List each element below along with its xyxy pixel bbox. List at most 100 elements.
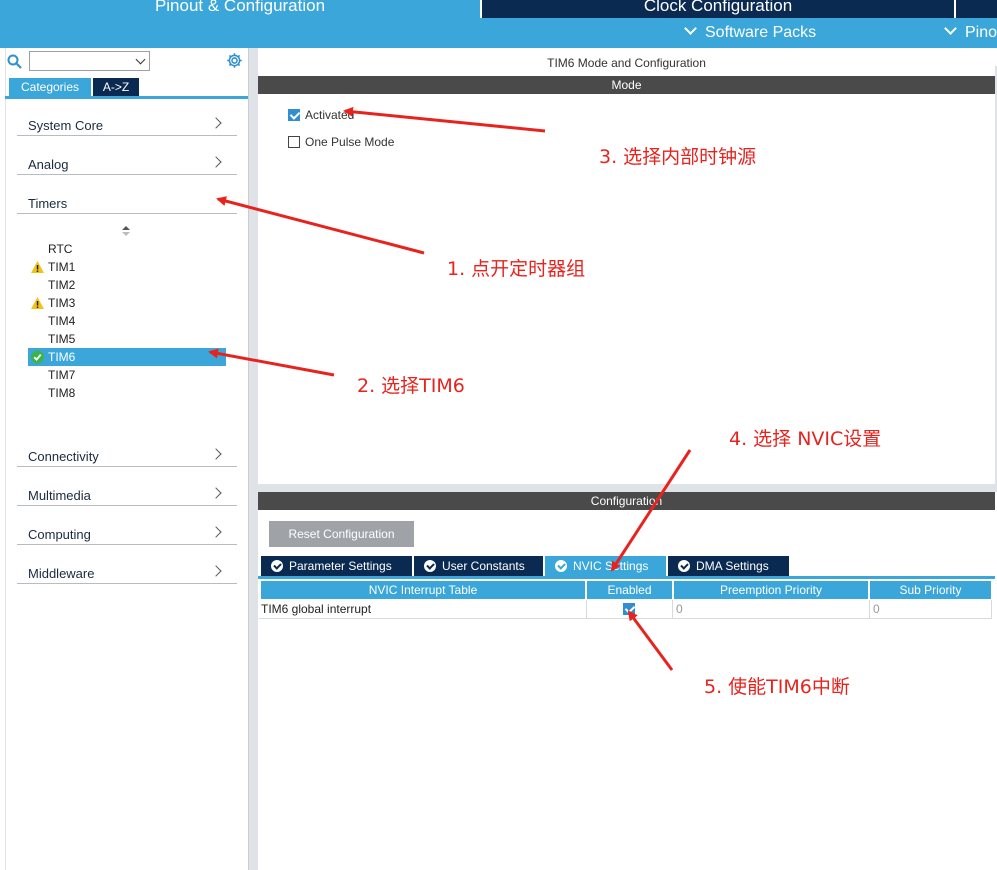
sub-menu-bar: Software Packs Pinout [0,18,997,48]
tab-label: DMA Settings [696,559,769,573]
timer-label: TIM6 [48,350,76,364]
category-label: Analog [28,157,69,172]
annotation-step1: 1. 点开定时器组 [447,258,586,280]
warning-icon [31,261,44,273]
top-tab-bar: Pinout & Configuration Clock Configurati… [0,0,997,18]
check-circle-icon [30,350,45,364]
timer-label: RTC [48,242,73,256]
mode-panel [258,48,997,484]
timer-item-tim3[interactable]: TIM3 [28,294,226,312]
gear-icon[interactable] [226,52,243,69]
timer-label: TIM5 [48,332,76,346]
annotation-step4: 4. 选择 NVIC设置 [729,428,882,450]
horizontal-splitter[interactable] [258,484,997,492]
tab-label: User Constants [442,559,525,573]
category-label: Middleware [28,566,95,581]
check-circle-icon [271,560,283,572]
chevron-right-icon [210,487,222,499]
table-cell-enabled [587,600,673,619]
tab-user-constants[interactable]: User Constants [414,556,543,576]
category-system-core[interactable]: System Core [17,114,237,136]
column-header-sub-priority[interactable]: Sub Priority [870,581,991,599]
tab-clock-configuration[interactable]: Clock Configuration [482,0,954,18]
check-circle-icon [424,560,436,572]
chevron-right-icon [210,117,222,129]
category-analog[interactable]: Analog [17,153,237,175]
category-computing[interactable]: Computing [17,523,237,545]
mode-section-header: Mode [258,76,995,94]
chevron-right-icon [210,448,222,460]
configuration-section-header: Configuration [258,492,995,510]
panel-title: TIM6 Mode and Configuration [547,56,706,70]
software-packs-menu[interactable]: Software Packs [684,22,817,42]
timer-item-tim6[interactable]: TIM6 [28,348,226,366]
timer-label: TIM4 [48,314,76,328]
annotation-step3: 3. 选择内部时钟源 [599,146,757,168]
timer-item-tim4[interactable]: TIM4 [28,312,226,330]
category-connectivity[interactable]: Connectivity [17,445,237,467]
timer-item-tim1[interactable]: TIM1 [28,258,226,276]
annotation-step2: 2. 选择TIM6 [357,375,465,397]
timer-item-tim2[interactable]: TIM2 [28,276,226,294]
left-splitter[interactable] [248,48,258,870]
chevron-down-icon [684,22,697,35]
warning-icon [31,297,44,309]
search-input[interactable] [29,51,150,71]
tab-pinout-label: Pinout & Configuration [154,0,326,15]
category-timers[interactable]: Timers [17,192,237,214]
chevron-right-icon [210,526,222,538]
tab-label: NVIC Settings [573,559,649,573]
search-icon[interactable] [7,54,23,70]
pinout-menu-label: Pinout [965,24,997,41]
category-multimedia[interactable]: Multimedia [17,484,237,506]
chevron-right-icon [210,156,222,168]
enabled-checkbox[interactable] [623,603,635,615]
tab-label: Parameter Settings [289,559,392,573]
chevron-down-icon [944,22,957,35]
timer-label: TIM7 [48,368,76,382]
column-header-nvic-interrupt[interactable]: NVIC Interrupt Table [261,581,585,599]
check-circle-icon [678,560,690,572]
tab-underline [5,96,248,99]
category-label: Connectivity [28,449,99,464]
tab-pinout-configuration[interactable]: Pinout & Configuration [0,0,480,18]
column-header-preemption-priority[interactable]: Preemption Priority [674,581,868,599]
timer-item-tim8[interactable]: TIM8 [28,384,226,402]
reset-configuration-button[interactable]: Reset Configuration [269,521,414,547]
timer-item-tim7[interactable]: TIM7 [28,366,226,384]
timer-label: TIM1 [48,260,76,274]
tab-clock-label: Clock Configuration [643,0,793,15]
pinout-menu[interactable]: Pinout [944,22,997,42]
timer-item-rtc[interactable]: RTC [28,240,226,258]
activated-label: Activated [305,108,355,122]
category-label: Multimedia [28,488,91,503]
table-cell-preemption[interactable]: 0 [673,600,870,619]
one-pulse-mode-label: One Pulse Mode [305,135,395,149]
column-header-enabled[interactable]: Enabled [587,581,672,599]
tab-dma-settings[interactable]: DMA Settings [668,556,789,576]
one-pulse-mode-checkbox[interactable] [288,136,300,148]
tab-nvic-settings[interactable]: NVIC Settings [545,556,666,576]
chevron-right-icon [210,565,222,577]
timer-label: TIM3 [48,296,76,310]
category-label: Computing [28,527,91,542]
annotation-step5: 5. 使能TIM6中断 [704,676,850,698]
timer-label: TIM8 [48,386,76,400]
tab-a-z[interactable]: A->Z [93,78,139,96]
category-label: Timers [28,196,68,211]
tab-parameter-settings[interactable]: Parameter Settings [261,556,412,576]
table-cell-interrupt-name: TIM6 global interrupt [259,600,587,619]
tab-categories[interactable]: Categories [9,78,91,96]
timer-item-tim5[interactable]: TIM5 [28,330,226,348]
category-label: System Core [28,118,104,133]
sort-arrows-icon[interactable] [121,224,131,238]
tab-underline [258,576,995,579]
software-packs-label: Software Packs [705,24,817,41]
chevron-down-icon[interactable] [135,54,146,65]
category-middleware[interactable]: Middleware [17,562,237,584]
activated-checkbox[interactable] [288,109,300,121]
check-circle-icon [555,560,567,572]
timer-label: TIM2 [48,278,76,292]
table-cell-sub-priority[interactable]: 0 [870,600,992,619]
tab-extra[interactable] [956,0,997,18]
